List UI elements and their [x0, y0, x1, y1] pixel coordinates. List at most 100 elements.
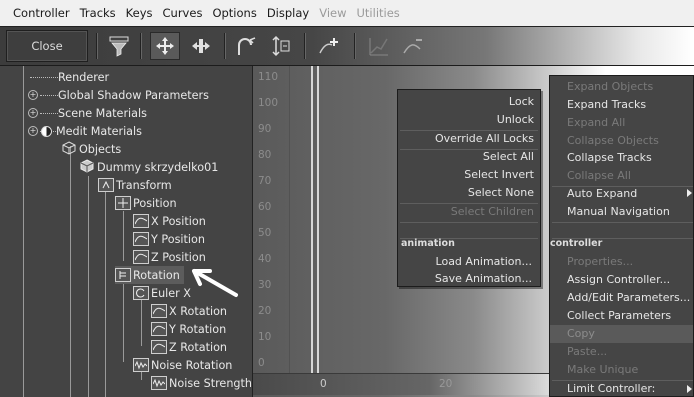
menu-item-properties[interactable]: Properties... — [567, 253, 633, 271]
menu-tracks[interactable]: Tracks — [75, 0, 121, 26]
add-keys-icon[interactable] — [314, 32, 344, 60]
menu-item-collapse-all[interactable]: Collapse All — [567, 167, 631, 185]
tree-item-label: Global Shadow Parameters — [58, 88, 209, 102]
tree-item-euler-x[interactable]: Euler X — [133, 284, 191, 302]
menu-item-collect-parameters[interactable]: Collect Parameters — [567, 307, 671, 325]
tree-item-global-shadow-parameters[interactable]: + Global Shadow Parameters — [28, 86, 209, 104]
tree-item-label: Rotation — [133, 268, 180, 282]
tree-item-y-rotation[interactable]: Y Rotation — [151, 320, 226, 338]
reduce-keys-icon[interactable] — [398, 32, 428, 60]
menu-display[interactable]: Display — [262, 0, 314, 26]
tree-item-x-position[interactable]: X Position — [133, 212, 206, 230]
time-label: 20 — [439, 378, 453, 390]
time-slider-line[interactable] — [311, 66, 313, 395]
position-controller-icon — [115, 196, 131, 210]
menu-controller[interactable]: Controller — [8, 0, 75, 26]
annotation-arrow-icon — [192, 269, 238, 297]
toolbar-separator — [304, 33, 306, 59]
menu-options[interactable]: Options — [207, 0, 261, 26]
menu-item-auto-expand[interactable]: Auto Expand — [567, 185, 637, 203]
noise-strength-icon — [151, 376, 167, 390]
controller-hierarchy: Renderer + Global Shadow Parameters + Sc… — [0, 66, 253, 397]
tree-item-position[interactable]: Position — [115, 194, 177, 212]
menu-item-paste[interactable]: Paste... — [567, 343, 607, 361]
expand-icon[interactable]: + — [28, 90, 38, 100]
tree-item-label: Dummy skrzydelko01 — [97, 160, 219, 174]
tree-item-label: Medit Materials — [56, 124, 142, 138]
menu-item-save-animation[interactable]: Save Animation... — [398, 270, 538, 288]
y-tick-label: 70 — [258, 175, 272, 187]
tree-item-transform[interactable]: Transform — [98, 176, 172, 194]
filters-icon[interactable] — [104, 32, 134, 60]
menu-item-unlock[interactable]: Unlock — [398, 111, 538, 129]
toolbar-separator — [140, 33, 142, 59]
menu-keys[interactable]: Keys — [121, 0, 158, 26]
tree-item-label: Position — [133, 196, 177, 210]
menu-item-expand-all[interactable]: Expand All — [567, 114, 625, 132]
y-tick-label: 20 — [258, 305, 272, 317]
tree-item-noise-strength[interactable]: Noise Strength — [151, 374, 252, 392]
menu-bar: Controller Tracks Keys Curves Options Di… — [0, 0, 694, 26]
context-menu-left: Lock Unlock Override All Locks Select Al… — [397, 89, 541, 287]
material-sphere-icon — [41, 125, 52, 137]
menu-item-load-animation[interactable]: Load Animation... — [398, 253, 538, 271]
submenu-arrow-icon — [687, 189, 692, 197]
tree-item-y-position[interactable]: Y Position — [133, 230, 205, 248]
menu-item-limit-controller[interactable]: Limit Controller: — [567, 380, 655, 397]
transform-controller-icon — [98, 178, 114, 192]
move-keys-horizontal-icon[interactable] — [186, 32, 216, 60]
slide-keys-icon[interactable] — [232, 32, 262, 60]
menu-item-lock[interactable]: Lock — [398, 93, 538, 111]
menu-item-assign-controller[interactable]: Assign Controller... — [567, 271, 670, 289]
menu-item-select-invert[interactable]: Select Invert — [398, 166, 538, 184]
menu-item-add-edit-parameters[interactable]: Add/Edit Parameters... — [567, 289, 690, 307]
expand-icon[interactable]: + — [28, 126, 38, 136]
menu-section-controller: controller — [550, 238, 603, 249]
y-tick-label: 0 — [258, 357, 265, 369]
menu-item-select-none[interactable]: Select None — [398, 184, 538, 202]
menu-curves[interactable]: Curves — [158, 0, 208, 26]
close-button[interactable]: Close — [6, 30, 88, 62]
menu-item-select-all[interactable]: Select All — [398, 148, 538, 166]
tree-item-renderer[interactable]: Renderer — [28, 68, 109, 86]
tree-item-label: Noise Strength — [169, 376, 252, 390]
y-tick-label: 90 — [258, 123, 272, 135]
time-label: 0 — [320, 378, 327, 390]
tree-item-objects[interactable]: Objects — [62, 140, 121, 158]
tree-item-medit-materials[interactable]: + Medit Materials — [28, 122, 142, 140]
menu-item-copy[interactable]: Copy — [567, 325, 595, 343]
tree-item-label: Renderer — [58, 70, 110, 84]
curve-controller-icon — [151, 322, 167, 336]
tree-item-noise-rotation[interactable]: Noise Rotation — [133, 356, 232, 374]
y-tick-label: 40 — [258, 253, 272, 265]
tree-item-label: Scene Materials — [58, 106, 147, 120]
expand-icon[interactable]: + — [28, 108, 38, 118]
menu-item-collapse-tracks[interactable]: Collapse Tracks — [567, 149, 652, 167]
menu-item-collapse-objects[interactable]: Collapse Objects — [567, 132, 659, 150]
tree-item-label: Transform — [116, 178, 172, 192]
move-keys-icon[interactable] — [150, 32, 180, 60]
tree-item-x-rotation[interactable]: X Rotation — [151, 302, 227, 320]
tree-item-scene-materials[interactable]: + Scene Materials — [28, 104, 147, 122]
tree-item-label: Objects — [79, 142, 122, 156]
menu-utilities[interactable]: Utilities — [352, 0, 405, 26]
submenu-arrow-icon — [687, 385, 692, 393]
menu-view[interactable]: View — [314, 0, 351, 26]
menu-item-manual-navigation[interactable]: Manual Navigation — [567, 203, 670, 221]
tree-item-z-rotation[interactable]: Z Rotation — [151, 338, 227, 356]
menu-item-expand-objects[interactable]: Expand Objects — [567, 78, 653, 96]
tree-item-rotation[interactable]: Rotation — [115, 266, 184, 284]
menu-item-expand-tracks[interactable]: Expand Tracks — [567, 96, 646, 114]
y-tick-label: 30 — [258, 279, 272, 291]
scale-keys-icon[interactable] — [266, 32, 296, 60]
tree-item-dummy-skrzydelko01[interactable]: Dummy skrzydelko01 — [80, 158, 218, 176]
noise-controller-icon — [133, 358, 149, 372]
curve-controller-icon — [151, 340, 167, 354]
menu-item-override-all-locks[interactable]: Override All Locks — [398, 130, 538, 148]
curve-controller-icon — [151, 304, 167, 318]
menu-item-make-unique[interactable]: Make Unique — [567, 361, 638, 379]
y-tick-label: 50 — [258, 227, 272, 239]
euler-controller-icon — [133, 286, 149, 300]
menu-item-select-children[interactable]: Select Children — [398, 203, 538, 221]
draw-curves-icon[interactable] — [364, 32, 394, 60]
